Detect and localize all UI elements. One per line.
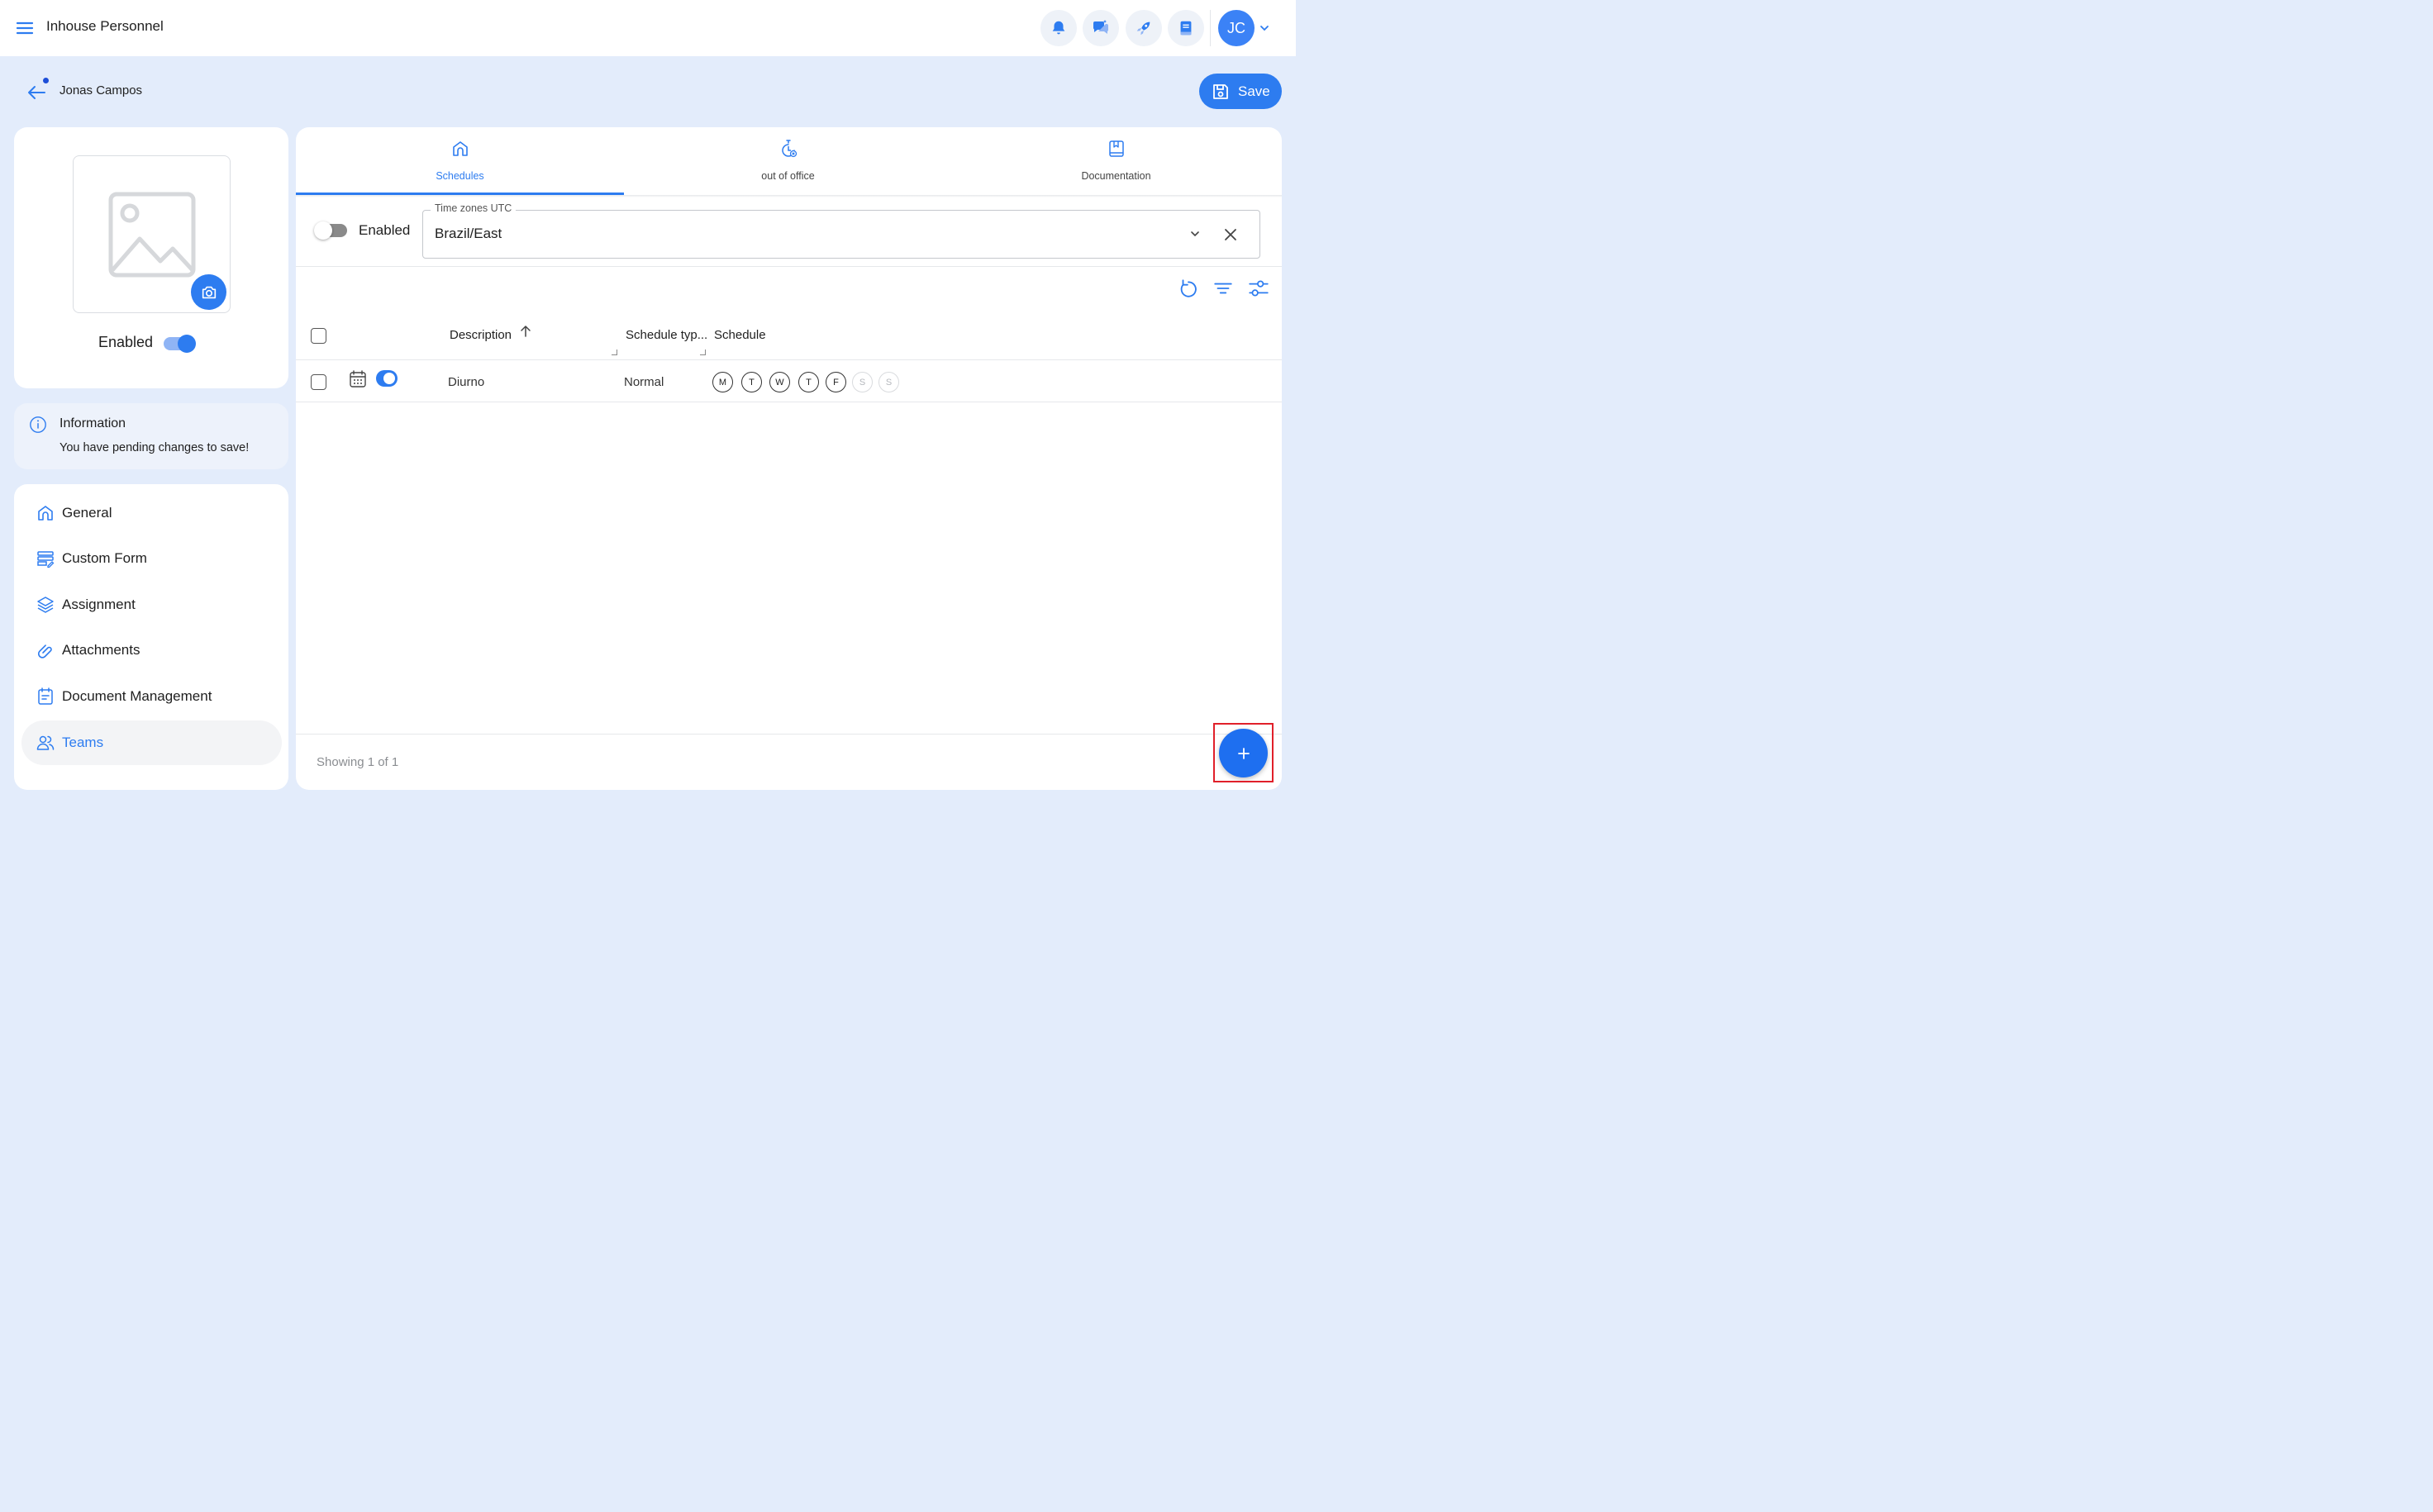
- sidebar-item-assignment[interactable]: Assignment: [21, 582, 282, 627]
- pagination-status: Showing 1 of 1: [317, 755, 399, 769]
- chevron-down-icon[interactable]: [1258, 21, 1271, 35]
- topbar-divider: [1210, 10, 1211, 46]
- home-icon: [38, 506, 53, 521]
- sidebar-item-label: Document Management: [62, 688, 212, 704]
- tabs-shadow: [296, 195, 1282, 197]
- floppy-disk-icon: [1213, 83, 1228, 99]
- timezone-value: Brazil/East: [435, 226, 502, 241]
- document-icon: [38, 687, 53, 705]
- divider: [296, 734, 1282, 735]
- hamburger-menu-icon[interactable]: [15, 18, 35, 38]
- information-title: Information: [60, 416, 126, 430]
- form-icon: [37, 551, 55, 568]
- upload-photo-button[interactable]: [191, 274, 226, 310]
- sort-ascending-icon[interactable]: [519, 325, 532, 338]
- sidebar-item-document-management[interactable]: Document Management: [21, 674, 282, 719]
- tab-out-of-office[interactable]: out of office: [624, 127, 952, 195]
- row-schedule-type: Normal: [624, 375, 664, 389]
- day-badge-monday: M: [712, 372, 733, 392]
- paperclip-icon: [37, 644, 52, 659]
- sidebar-item-label: Assignment: [62, 597, 136, 612]
- profile-enabled-toggle[interactable]: [164, 335, 197, 353]
- timezone-field-label: Time zones UTC: [431, 202, 517, 214]
- row-enabled-toggle[interactable]: [376, 370, 398, 387]
- top-bar: Inhouse Personnel JC: [0, 0, 1296, 56]
- calendar-icon[interactable]: [349, 369, 367, 389]
- day-badge-tuesday: T: [741, 372, 762, 392]
- row-select-checkbox[interactable]: [311, 374, 326, 390]
- day-badge-wednesday: W: [769, 372, 790, 392]
- assistant-chat-button[interactable]: [1083, 10, 1119, 46]
- column-resize-handle[interactable]: [700, 349, 706, 355]
- home-icon: [452, 141, 468, 156]
- divider: [296, 266, 1282, 267]
- tab-documentation[interactable]: Documentation: [952, 127, 1280, 195]
- highlight-box: [1213, 723, 1274, 782]
- sidebar-item-general[interactable]: General: [21, 491, 282, 535]
- save-button-label: Save: [1238, 83, 1270, 99]
- info-icon: [29, 416, 47, 434]
- timezone-select[interactable]: [422, 210, 1260, 259]
- bell-icon: [1052, 21, 1065, 35]
- sidebar-item-label: Attachments: [62, 642, 140, 658]
- settings-sliders-icon[interactable]: [1248, 278, 1269, 299]
- sidebar-item-custom-form[interactable]: Custom Form: [21, 536, 282, 581]
- chevron-down-icon[interactable]: [1188, 227, 1202, 240]
- close-icon[interactable]: [1223, 227, 1238, 242]
- information-message: You have pending changes to save!: [60, 441, 250, 454]
- divider: [296, 359, 1282, 360]
- timezone-enabled-toggle[interactable]: [314, 221, 349, 240]
- sidebar-item-attachments[interactable]: Attachments: [21, 628, 282, 673]
- refresh-icon[interactable]: [1178, 278, 1199, 299]
- book-icon: [1180, 21, 1192, 36]
- timer-icon: [781, 140, 797, 158]
- chat-sparkle-icon: [1093, 20, 1109, 34]
- day-badge-saturday: S: [852, 372, 873, 392]
- rocket-icon: [1136, 21, 1150, 36]
- day-badge-thursday: T: [798, 372, 819, 392]
- day-badge-sunday: S: [878, 372, 899, 392]
- users-icon: [36, 735, 55, 750]
- app-title: Inhouse Personnel: [46, 18, 164, 34]
- profile-enabled-label: Enabled: [98, 334, 154, 350]
- sidebar-item-label: Teams: [62, 735, 104, 750]
- day-badge-friday: F: [826, 372, 846, 392]
- column-header-schedule-type[interactable]: Schedule typ...: [626, 328, 707, 342]
- sidebar-item-teams[interactable]: Teams: [21, 720, 282, 765]
- filter-icon[interactable]: [1212, 278, 1234, 299]
- sidebar-item-label: General: [62, 505, 112, 521]
- timezone-enabled-label: Enabled: [359, 222, 411, 238]
- user-avatar[interactable]: JC: [1218, 10, 1255, 46]
- unsaved-indicator-dot: [43, 78, 49, 83]
- column-resize-handle[interactable]: [612, 349, 617, 355]
- notifications-button[interactable]: [1040, 10, 1077, 46]
- column-header-description[interactable]: Description: [450, 328, 512, 342]
- sidebar-item-label: Custom Form: [62, 550, 147, 566]
- guide-button[interactable]: [1168, 10, 1204, 46]
- column-header-schedule[interactable]: Schedule: [714, 328, 766, 342]
- tab-label: Schedules: [436, 170, 484, 182]
- person-name: Jonas Campos: [60, 83, 143, 97]
- layers-icon: [37, 597, 54, 613]
- row-description: Diurno: [448, 375, 485, 389]
- tab-label: Documentation: [1081, 170, 1151, 182]
- tab-schedules[interactable]: Schedules: [296, 127, 624, 195]
- information-banner: [14, 403, 288, 469]
- select-all-checkbox[interactable]: [311, 328, 326, 344]
- save-button[interactable]: Save: [1199, 74, 1282, 109]
- tab-label: out of office: [761, 170, 815, 182]
- bookmark-book-icon: [1108, 140, 1124, 157]
- camera-icon: [202, 286, 216, 298]
- launch-button[interactable]: [1126, 10, 1162, 46]
